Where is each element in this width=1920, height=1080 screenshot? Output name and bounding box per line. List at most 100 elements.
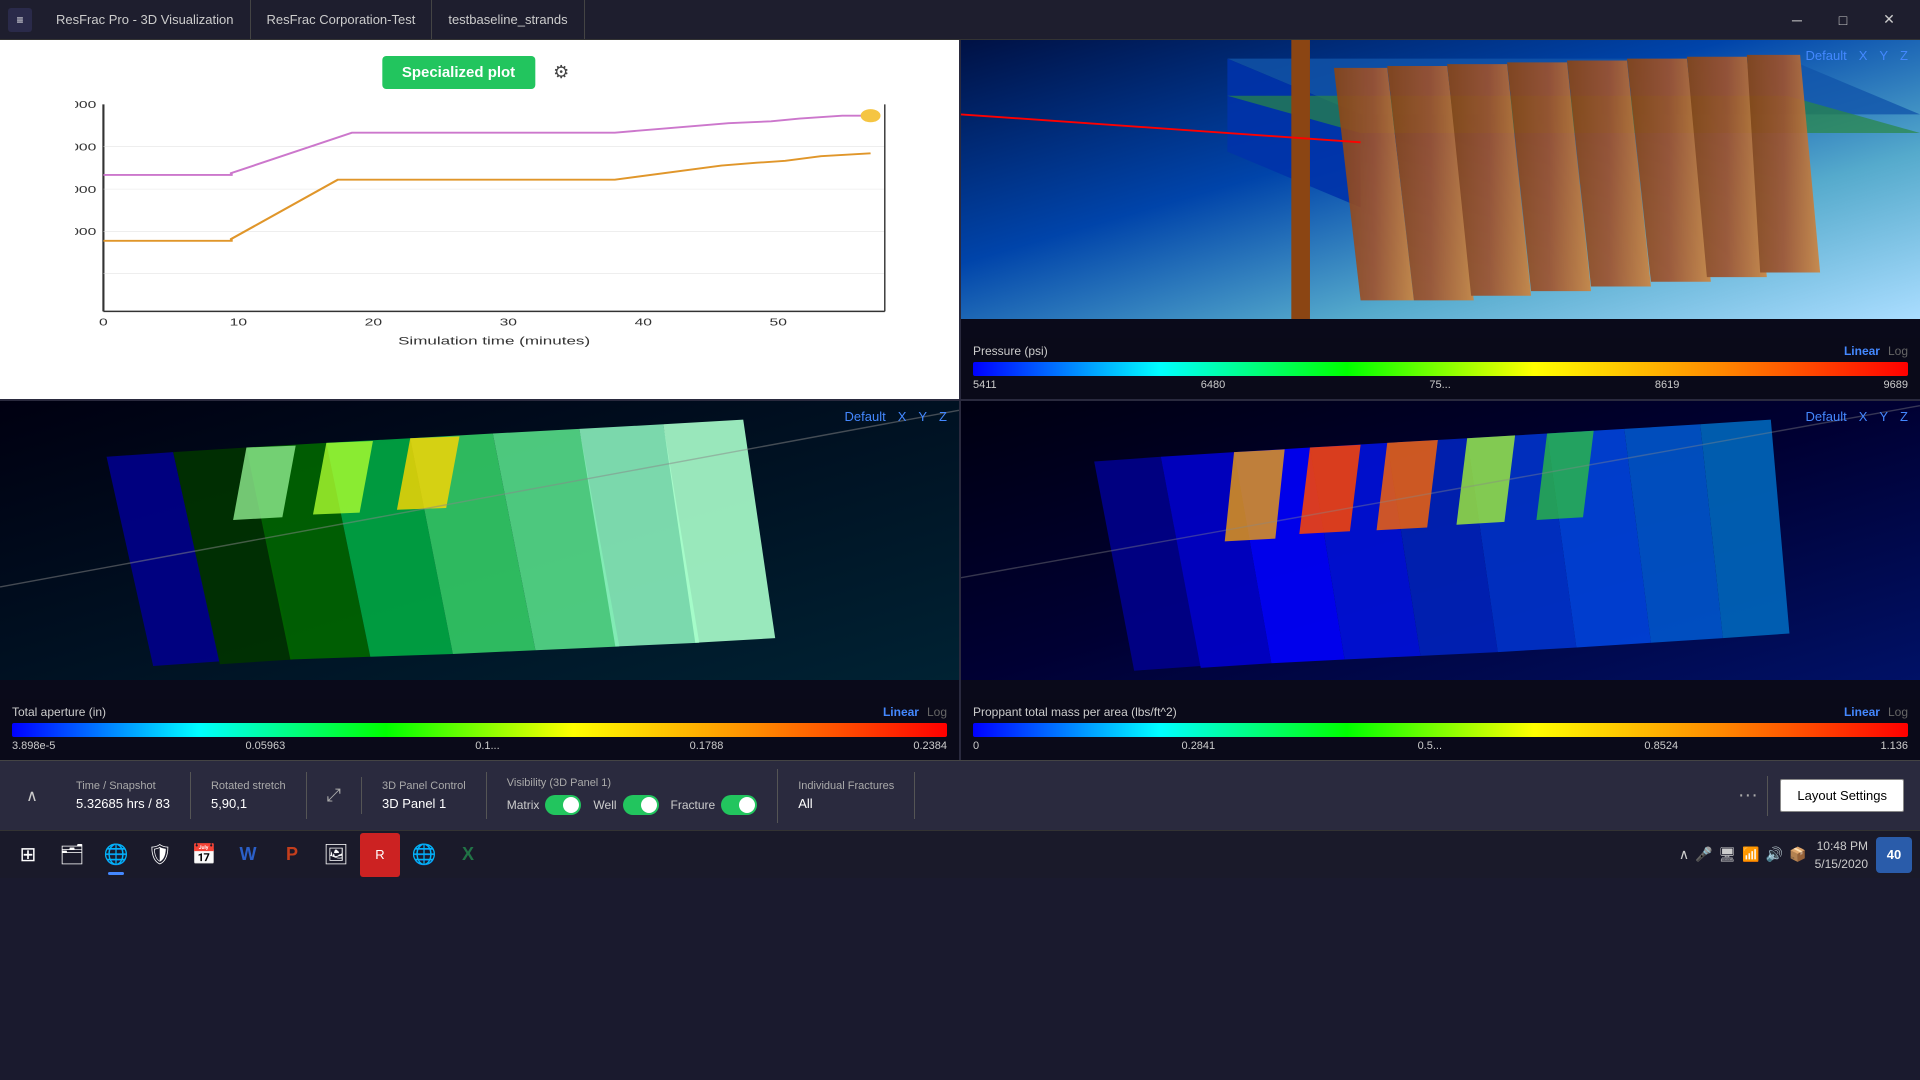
taskbar-photos[interactable]: 🖼 (316, 833, 356, 877)
taskbar-word[interactable]: W (228, 833, 268, 877)
aperture-colorbar-gradient (12, 723, 947, 737)
layout-settings-button[interactable]: Layout Settings (1780, 779, 1904, 812)
taskbar-defender[interactable]: 🛡 (140, 833, 180, 877)
z-view-btn[interactable]: Z (1900, 48, 1908, 63)
y-view-btn[interactable]: Y (1879, 48, 1888, 63)
proppant-colorbar-title: Proppant total mass per area (lbs/ft^2) (973, 705, 1177, 719)
bottom-bar: ∧ Time / Snapshot 5.32685 hrs / 83 Rotat… (0, 760, 1920, 830)
aperture-3d-view[interactable] (0, 401, 959, 680)
svg-text:4000: 4000 (75, 183, 96, 195)
pressure-colorbar-values: 5411 6480 75... 8619 9689 (973, 379, 1908, 391)
proppant-y-view-btn[interactable]: Y (1879, 409, 1888, 424)
aperture-z-view-btn[interactable]: Z (939, 409, 947, 424)
pressure-linear-btn[interactable]: Linear (1844, 344, 1880, 358)
svg-text:30: 30 (500, 316, 517, 328)
x-view-btn[interactable]: X (1859, 48, 1868, 63)
app-icon: ≡ (8, 8, 32, 32)
chart-panel: Specialized plot ⚙ (0, 40, 959, 399)
panel-control-label: 3D Panel Control (382, 780, 466, 792)
svg-text:6000: 6000 (75, 141, 96, 153)
taskbar-file-explorer[interactable]: 🗂 (52, 833, 92, 877)
titlebar: ≡ ResFrac Pro - 3D Visualization ResFrac… (0, 0, 1920, 40)
taskbar-resfrac[interactable]: R (360, 833, 400, 877)
svg-text:40: 40 (635, 316, 652, 328)
fracture-toggle-group: Fracture (671, 795, 758, 815)
proppant-x-view-btn[interactable]: X (1859, 409, 1868, 424)
proppant-log-btn[interactable]: Log (1888, 705, 1908, 719)
pressure-colorbar-gradient (973, 362, 1908, 376)
close-button[interactable]: ✕ (1866, 0, 1912, 40)
aperture-y-view-btn[interactable]: Y (918, 409, 927, 424)
fracture-toggle[interactable] (721, 795, 757, 815)
individual-value: All (798, 796, 894, 811)
visibility-item: Visibility (3D Panel 1) Matrix Well Frac… (487, 769, 778, 823)
svg-text:8000: 8000 (75, 99, 96, 111)
pressure-3d-view[interactable] (961, 40, 1920, 319)
taskbar: ⊞ 🗂 🌐 🛡 📅 W P 🖼 R 🌐 X ∧ 🎤 🖥 📶 🔊 📦 10:48 … (0, 830, 1920, 878)
taskbar-chrome[interactable]: 🌐 (96, 833, 136, 877)
svg-text:20: 20 (365, 316, 382, 328)
main-layout: Specialized plot ⚙ (0, 40, 1920, 760)
taskbar-calendar[interactable]: 📅 (184, 833, 224, 877)
aperture-log-btn[interactable]: Log (927, 705, 947, 719)
well-toggle-group: Well (593, 795, 658, 815)
pressure-log-btn[interactable]: Log (1888, 344, 1908, 358)
expand-button[interactable]: ⤢ (307, 777, 362, 814)
well-toggle[interactable] (623, 795, 659, 815)
time-snapshot-item: Time / Snapshot 5.32685 hrs / 83 (56, 772, 191, 819)
visibility-label: Visibility (3D Panel 1) (507, 777, 757, 789)
network-icon: 📶 (1742, 846, 1759, 863)
aperture-x-view-btn[interactable]: X (898, 409, 907, 424)
matrix-toggle-group: Matrix (507, 795, 582, 815)
time-display: 10:48 PM (1815, 837, 1868, 855)
minimize-button[interactable]: ─ (1774, 0, 1820, 40)
dropbox-icon: 📦 (1789, 846, 1806, 863)
panel-control-item: 3D Panel Control 3D Panel 1 (362, 772, 487, 819)
date-display: 5/15/2020 (1815, 855, 1868, 873)
volume-icon[interactable]: 🔊 (1766, 846, 1783, 863)
aperture-default-view-btn[interactable]: Default (845, 409, 886, 424)
file-title: testbaseline_strands (432, 0, 584, 39)
system-tray: ∧ 🎤 🖥 📶 🔊 📦 (1679, 846, 1807, 863)
notification-badge[interactable]: 40 (1876, 837, 1912, 873)
svg-text:0: 0 (99, 316, 108, 328)
proppant-colorbar-values: 0 0.2841 0.5... 0.8524 1.136 (973, 740, 1908, 752)
taskbar-powerpoint[interactable]: P (272, 833, 312, 877)
time-label: Time / Snapshot (76, 780, 170, 792)
well-label: Well (593, 798, 616, 812)
taskbar-edge[interactable]: 🌐 (404, 833, 444, 877)
proppant-linear-btn[interactable]: Linear (1844, 705, 1880, 719)
taskbar-right: ∧ 🎤 🖥 📶 🔊 📦 10:48 PM 5/15/2020 40 (1679, 837, 1912, 873)
specialized-plot-button[interactable]: Specialized plot (382, 56, 535, 89)
maximize-button[interactable]: □ (1820, 0, 1866, 40)
default-view-btn[interactable]: Default (1806, 48, 1847, 63)
aperture-panel: Default X Y Z (0, 401, 959, 760)
more-options-button[interactable]: ··· (1728, 776, 1768, 816)
aperture-colorbar-values: 3.898e-5 0.05963 0.1... 0.1788 0.2384 (12, 740, 947, 752)
aperture-colorbar-title: Total aperture (in) (12, 705, 106, 719)
chart-toolbar: Specialized plot ⚙ (370, 48, 589, 97)
app-title: ResFrac Pro - 3D Visualization (40, 0, 251, 39)
matrix-toggle[interactable] (545, 795, 581, 815)
stretch-value: 5,90,1 (211, 796, 286, 811)
chart-settings-button[interactable]: ⚙ (545, 57, 577, 89)
proppant-default-view-btn[interactable]: Default (1806, 409, 1847, 424)
aperture-linear-btn[interactable]: Linear (883, 705, 919, 719)
collapse-button[interactable]: ∧ (16, 780, 48, 812)
pressure-view-controls: Default X Y Z (1806, 48, 1909, 63)
taskbar-excel[interactable]: X (448, 833, 488, 877)
microphone-icon: 🎤 (1695, 846, 1712, 863)
proppant-3d-view[interactable] (961, 401, 1920, 680)
matrix-label: Matrix (507, 798, 540, 812)
pressure-panel: Default X Y Z (961, 40, 1920, 399)
svg-text:Simulation time (minutes): Simulation time (minutes) (398, 335, 590, 347)
pressure-colorbar-title: Pressure (psi) (973, 344, 1048, 358)
start-button[interactable]: ⊞ (8, 833, 48, 877)
time-value: 5.32685 hrs / 83 (76, 796, 170, 811)
panel-control-value: 3D Panel 1 (382, 796, 466, 811)
window-controls: ─ □ ✕ (1774, 0, 1912, 40)
chevron-up-icon[interactable]: ∧ (1679, 846, 1689, 863)
proppant-z-view-btn[interactable]: Z (1900, 409, 1908, 424)
proppant-colorbar-gradient (973, 723, 1908, 737)
proppant-colorbar: Proppant total mass per area (lbs/ft^2) … (961, 699, 1920, 760)
